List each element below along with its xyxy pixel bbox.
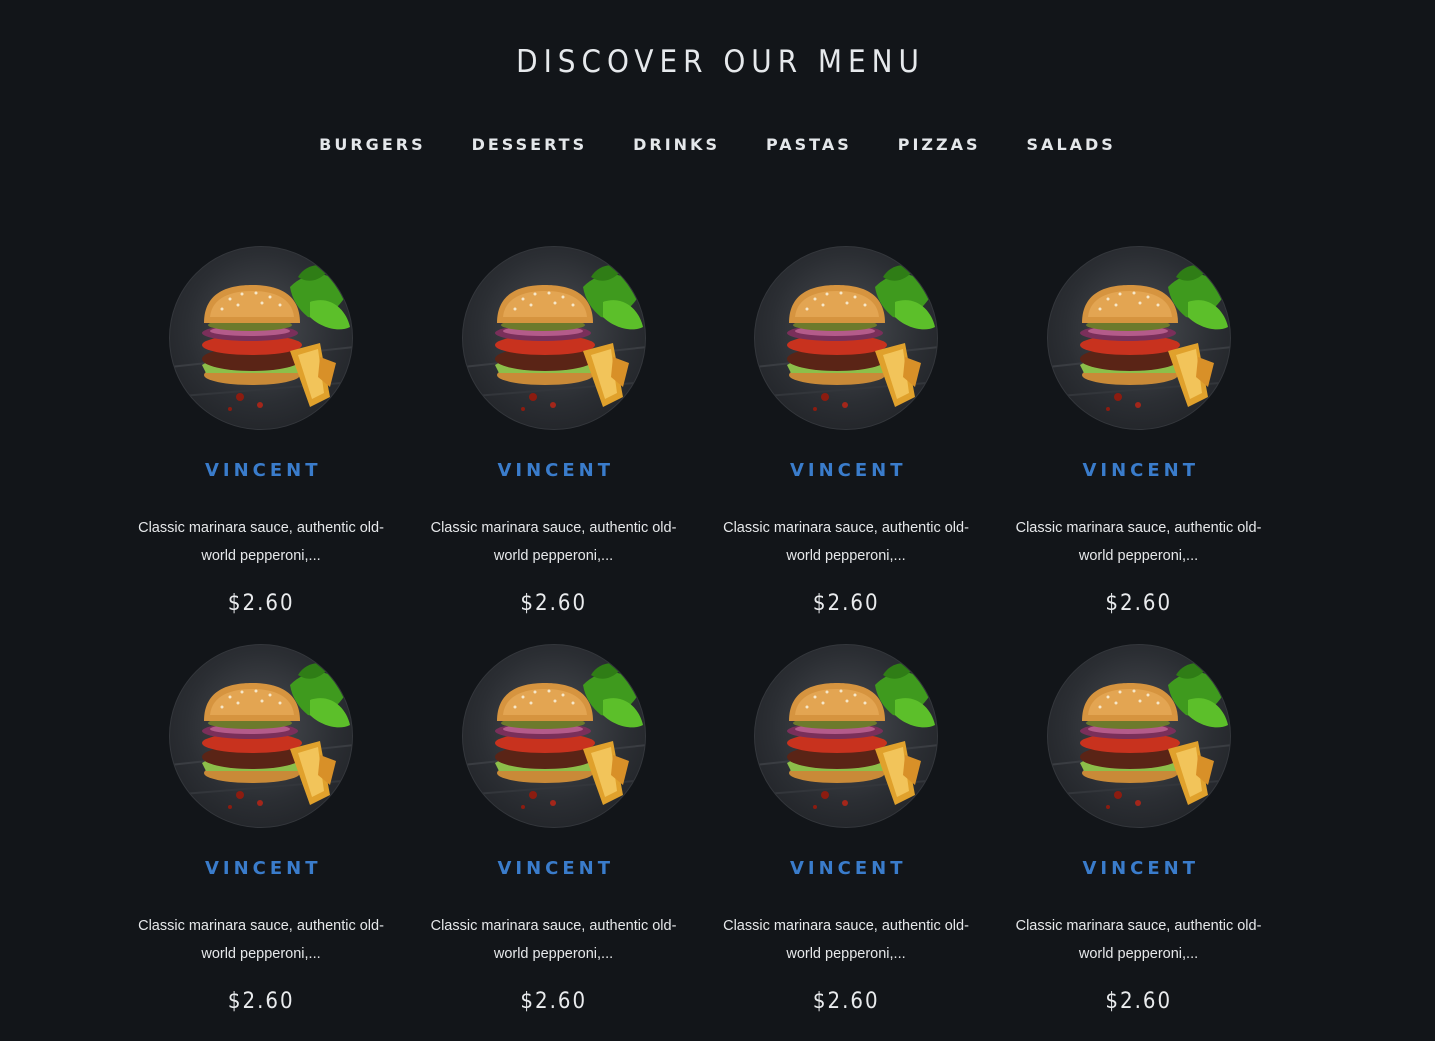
menu-item-name[interactable]: VINCENT: [408, 858, 701, 879]
burger-image[interactable]: [1046, 246, 1231, 430]
menu-item-card[interactable]: VINCENT Classic marinara sauce, authenti…: [993, 246, 1286, 644]
menu-item-price: $2.60: [227, 989, 295, 1014]
menu-item-price: $2.60: [1105, 989, 1173, 1014]
menu-item-name[interactable]: VINCENT: [993, 858, 1286, 879]
menu-item-description: Classic marinara sauce, authentic old-wo…: [723, 520, 969, 564]
menu-item-price: $2.60: [812, 989, 880, 1014]
tab-pizzas[interactable]: PIZZAS: [898, 133, 981, 157]
burger-image[interactable]: [169, 246, 354, 430]
burger-image[interactable]: [754, 644, 939, 828]
menu-item-description: Classic marinara sauce, authentic old-wo…: [1015, 520, 1262, 564]
menu-item-price: $2.60: [1105, 591, 1173, 616]
menu-item-description: Classic marinara sauce, authentic old-wo…: [1015, 918, 1262, 962]
burger-image[interactable]: [461, 644, 646, 828]
burger-image-icon: [755, 265, 938, 411]
menu-item-name[interactable]: VINCENT: [115, 460, 408, 481]
page-title: DISCOVER OUR MENU: [516, 44, 925, 80]
menu-item-price: $2.60: [520, 989, 588, 1014]
tab-salads[interactable]: SALADS: [1027, 133, 1116, 157]
burger-image-icon: [462, 265, 645, 411]
tab-pastas[interactable]: PASTAS: [766, 133, 852, 157]
menu-item-card[interactable]: VINCENT Classic marinara sauce, authenti…: [993, 644, 1286, 1041]
tab-desserts[interactable]: DESSERTS: [472, 133, 588, 157]
menu-item-card[interactable]: VINCENT Classic marinara sauce, authenti…: [115, 644, 408, 1041]
burger-image[interactable]: [169, 644, 354, 828]
menu-item-description: Classic marinara sauce, authentic old-wo…: [430, 520, 677, 564]
tab-drinks[interactable]: DRINKS: [633, 133, 720, 157]
burger-image-icon: [755, 663, 938, 809]
burger-image-icon: [1047, 663, 1230, 809]
tab-burgers[interactable]: BURGERS: [319, 133, 425, 157]
menu-item-card[interactable]: VINCENT Classic marinara sauce, authenti…: [700, 644, 993, 1041]
menu-item-name[interactable]: VINCENT: [993, 460, 1286, 481]
menu-category-tabs: BURGERS DESSERTS DRINKS PASTAS PIZZAS SA…: [0, 133, 1435, 157]
menu-item-description: Classic marinara sauce, authentic old-wo…: [723, 918, 969, 962]
burger-image[interactable]: [754, 246, 939, 430]
menu-item-description: Classic marinara sauce, authentic old-wo…: [138, 918, 384, 962]
burger-image-icon: [170, 663, 353, 809]
burger-image-icon: [462, 663, 645, 809]
menu-item-name[interactable]: VINCENT: [700, 858, 993, 879]
menu-page: DISCOVER OUR MENU BURGERS DESSERTS DRINK…: [0, 0, 1435, 1041]
menu-item-card[interactable]: VINCENT Classic marinara sauce, authenti…: [700, 246, 993, 644]
burger-image[interactable]: [1046, 644, 1231, 828]
menu-item-name[interactable]: VINCENT: [700, 460, 993, 481]
menu-item-card[interactable]: VINCENT Classic marinara sauce, authenti…: [408, 644, 701, 1041]
menu-item-card[interactable]: VINCENT Classic marinara sauce, authenti…: [408, 246, 701, 644]
menu-item-name[interactable]: VINCENT: [408, 460, 701, 481]
menu-item-price: $2.60: [812, 591, 880, 616]
menu-items-grid: VINCENT Classic marinara sauce, authenti…: [115, 246, 1285, 1041]
menu-item-description: Classic marinara sauce, authentic old-wo…: [430, 918, 677, 962]
menu-item-price: $2.60: [227, 591, 295, 616]
burger-image-icon: [170, 265, 353, 411]
menu-item-price: $2.60: [520, 591, 588, 616]
burger-image-icon: [1047, 265, 1230, 411]
menu-item-name[interactable]: VINCENT: [115, 858, 408, 879]
menu-item-description: Classic marinara sauce, authentic old-wo…: [138, 520, 384, 564]
burger-image[interactable]: [461, 246, 646, 430]
menu-item-card[interactable]: VINCENT Classic marinara sauce, authenti…: [115, 246, 408, 644]
